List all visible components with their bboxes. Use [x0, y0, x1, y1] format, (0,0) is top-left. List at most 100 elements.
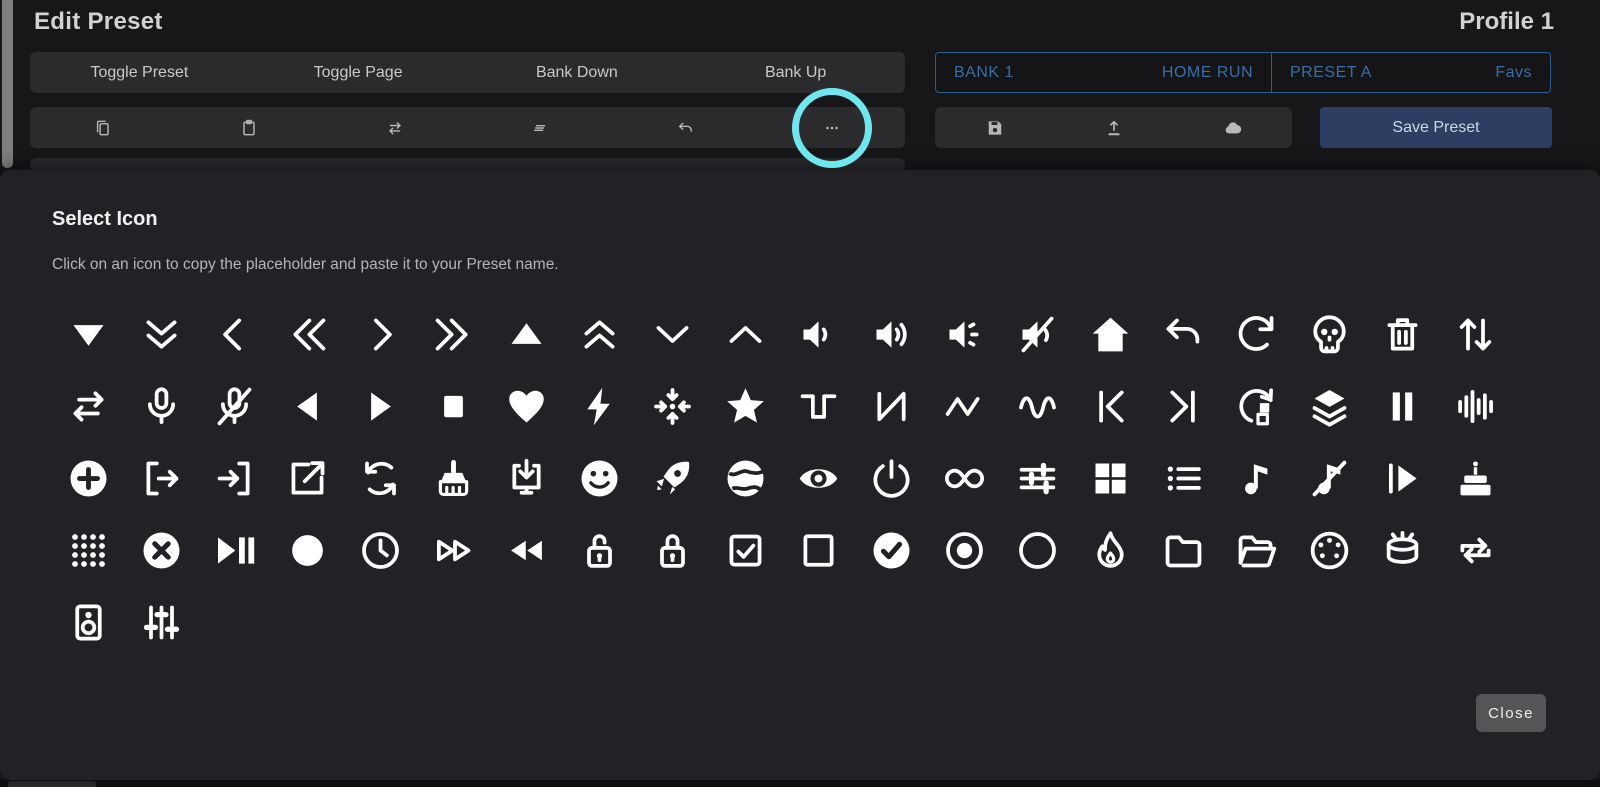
lock-closed-icon[interactable]: [636, 514, 709, 586]
redo-icon[interactable]: [1220, 298, 1293, 370]
rocket-icon[interactable]: [636, 442, 709, 514]
star-icon[interactable]: [709, 370, 782, 442]
waveform-icon[interactable]: [1439, 370, 1512, 442]
skip-end-icon[interactable]: [1147, 370, 1220, 442]
external-link-icon[interactable]: [271, 442, 344, 514]
volume-mute-icon[interactable]: [1001, 298, 1074, 370]
rewind-icon[interactable]: [490, 514, 563, 586]
triangle-wave-icon[interactable]: [928, 370, 1001, 442]
align-lines-icon[interactable]: [467, 107, 613, 148]
sync-icon[interactable]: [344, 442, 417, 514]
check-circle-icon[interactable]: [855, 514, 928, 586]
mic-off-icon[interactable]: [198, 370, 271, 442]
chevrons-down-icon[interactable]: [125, 298, 198, 370]
layers-icon[interactable]: [1293, 370, 1366, 442]
bank-down-button[interactable]: Bank Down: [468, 52, 687, 93]
infinity-icon[interactable]: [928, 442, 1001, 514]
saw-wave-icon[interactable]: [855, 370, 928, 442]
folder-icon[interactable]: [1147, 514, 1220, 586]
chevron-left-icon[interactable]: [198, 298, 271, 370]
stop-icon[interactable]: [417, 370, 490, 442]
floppy-save-icon[interactable]: [935, 107, 1054, 148]
volume-high-icon[interactable]: [855, 298, 928, 370]
vertical-scrollbar[interactable]: [2, 0, 13, 168]
volume-dash-icon[interactable]: [928, 298, 1001, 370]
ellipsis-icon[interactable]: [759, 107, 905, 148]
chevrons-left-icon[interactable]: [271, 298, 344, 370]
brush-icon[interactable]: [417, 442, 490, 514]
music-note-icon[interactable]: [1220, 442, 1293, 514]
toggle-page-button[interactable]: Toggle Page: [249, 52, 468, 93]
power-icon[interactable]: [855, 442, 928, 514]
swap-icon[interactable]: [322, 107, 468, 148]
chevrons-right-icon[interactable]: [417, 298, 490, 370]
radio-on-icon[interactable]: [928, 514, 1001, 586]
chevrons-up-icon[interactable]: [563, 298, 636, 370]
volume-low-icon[interactable]: [782, 298, 855, 370]
undo-small-icon[interactable]: [613, 107, 759, 148]
bolt-icon[interactable]: [563, 370, 636, 442]
loop-blocks-icon[interactable]: [1220, 370, 1293, 442]
eye-icon[interactable]: [782, 442, 855, 514]
sine-wave-icon[interactable]: [1001, 370, 1074, 442]
pause-icon[interactable]: [1366, 370, 1439, 442]
skip-start-icon[interactable]: [1074, 370, 1147, 442]
grid-2x2-icon[interactable]: [1074, 442, 1147, 514]
drum-icon[interactable]: [1366, 514, 1439, 586]
square-wave-icon[interactable]: [782, 370, 855, 442]
midi-connector-icon[interactable]: [1293, 514, 1366, 586]
bank-selector[interactable]: BANK 1 HOME RUN: [935, 52, 1272, 93]
chevron-up-icon[interactable]: [709, 298, 782, 370]
converge-icon[interactable]: [636, 370, 709, 442]
toggle-preset-button[interactable]: Toggle Preset: [30, 52, 249, 93]
logout-icon[interactable]: [125, 442, 198, 514]
play-pause-icon[interactable]: [198, 514, 271, 586]
heart-icon[interactable]: [490, 370, 563, 442]
copy-icon[interactable]: [30, 107, 176, 148]
checkbox-checked-icon[interactable]: [709, 514, 782, 586]
skull-icon[interactable]: [1293, 298, 1366, 370]
music-off-icon[interactable]: [1293, 442, 1366, 514]
undo-icon[interactable]: [1147, 298, 1220, 370]
preset-selector[interactable]: PRESET A Favs: [1271, 52, 1551, 93]
arrows-up-down-icon[interactable]: [1439, 298, 1512, 370]
caret-up-icon[interactable]: [490, 298, 563, 370]
globe-icon[interactable]: [709, 442, 782, 514]
repeat-icon[interactable]: [1439, 514, 1512, 586]
chevron-right-icon[interactable]: [344, 298, 417, 370]
caret-down-icon[interactable]: [52, 298, 125, 370]
circle-outline-icon[interactable]: [1001, 514, 1074, 586]
dot-grid-icon[interactable]: [52, 514, 125, 586]
fast-forward-icon[interactable]: [417, 514, 490, 586]
record-icon[interactable]: [271, 514, 344, 586]
home-icon[interactable]: [1074, 298, 1147, 370]
login-icon[interactable]: [198, 442, 271, 514]
save-preset-button[interactable]: Save Preset: [1320, 107, 1552, 148]
paste-icon[interactable]: [176, 107, 322, 148]
transfer-arrows-icon[interactable]: [52, 370, 125, 442]
speaker-cabinet-icon[interactable]: [52, 586, 125, 658]
cake-icon[interactable]: [1439, 442, 1512, 514]
clock-icon[interactable]: [344, 514, 417, 586]
triangle-left-icon[interactable]: [271, 370, 344, 442]
bank-up-button[interactable]: Bank Up: [686, 52, 905, 93]
close-button[interactable]: Close: [1476, 694, 1546, 732]
cloud-icon[interactable]: [1173, 107, 1292, 148]
plus-circle-icon[interactable]: [52, 442, 125, 514]
square-outline-icon[interactable]: [782, 514, 855, 586]
mic-icon[interactable]: [125, 370, 198, 442]
resume-icon[interactable]: [1366, 442, 1439, 514]
smiley-icon[interactable]: [563, 442, 636, 514]
device-download-icon[interactable]: [490, 442, 563, 514]
folder-open-icon[interactable]: [1220, 514, 1293, 586]
flame-icon[interactable]: [1074, 514, 1147, 586]
bullet-list-icon[interactable]: [1147, 442, 1220, 514]
trash-icon[interactable]: [1366, 298, 1439, 370]
triangle-right-icon[interactable]: [344, 370, 417, 442]
chevron-down-icon[interactable]: [636, 298, 709, 370]
upload-icon[interactable]: [1054, 107, 1173, 148]
sliders-horizontal-icon[interactable]: [1001, 442, 1074, 514]
faders-icon[interactable]: [125, 586, 198, 658]
x-circle-icon[interactable]: [125, 514, 198, 586]
lock-open-icon[interactable]: [563, 514, 636, 586]
